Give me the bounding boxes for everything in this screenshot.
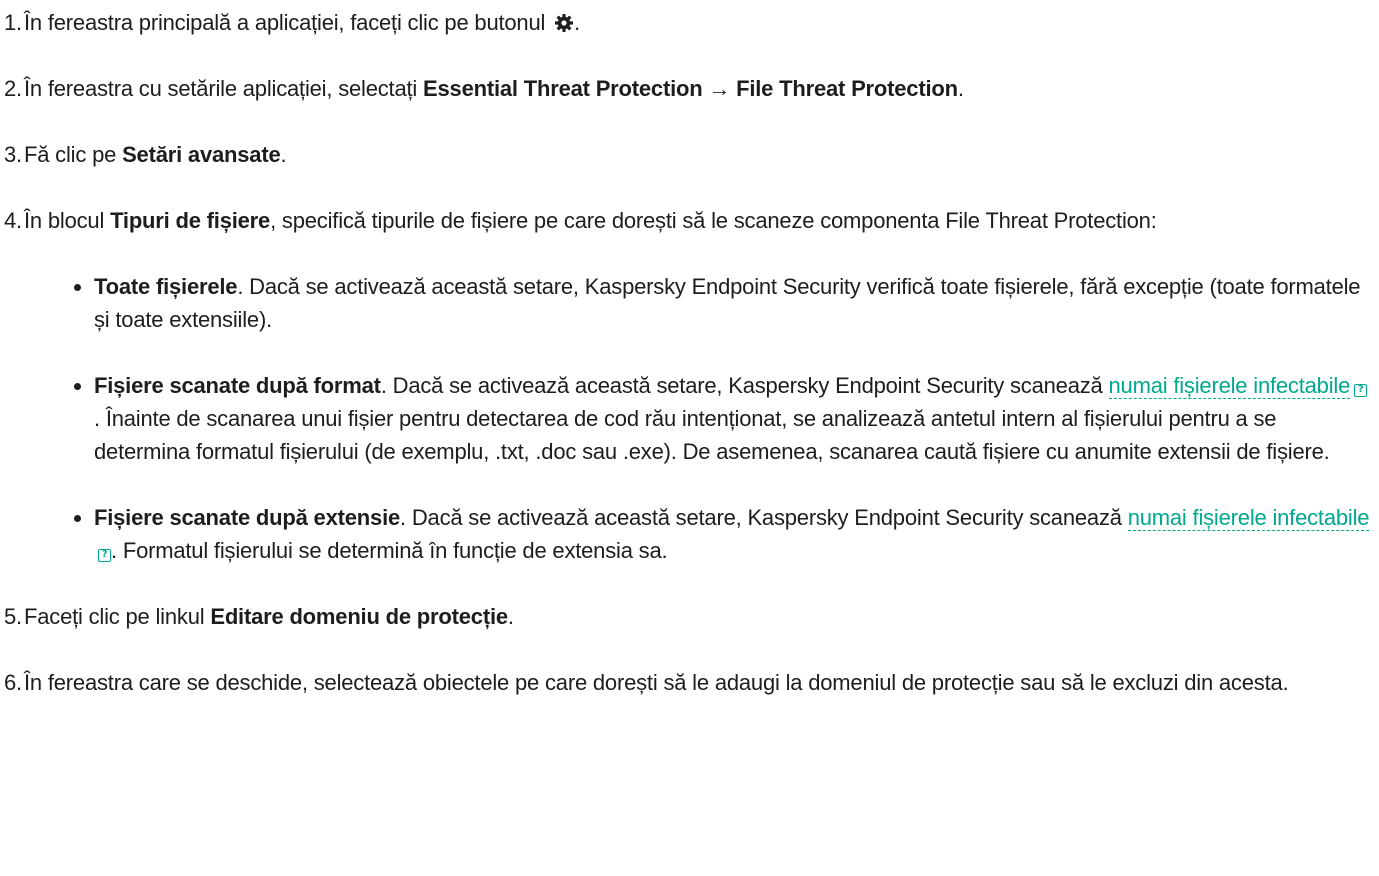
- option-description: . Dacă se activează această setare, Kasp…: [94, 274, 1361, 332]
- step-4: 4. În blocul Tipuri de fișiere, specific…: [4, 204, 1371, 567]
- question-icon[interactable]: ?: [1354, 384, 1368, 397]
- essential-threat-protection-label: Essential Threat Protection: [423, 76, 703, 101]
- step-number: 1.: [4, 10, 22, 35]
- step-3: 3. Fă clic pe Setări avansate.: [4, 138, 1371, 171]
- step-6: 6. În fereastra care se deschide, select…: [4, 666, 1371, 699]
- edit-protection-scope-label: Editare domeniu de protecție: [210, 604, 508, 629]
- option-files-by-format: Fișiere scanate după format. Dacă se act…: [74, 369, 1371, 468]
- step-2: 2. În fereastra cu setările aplicației, …: [4, 72, 1371, 105]
- step-number: 3.: [4, 142, 22, 167]
- bullet: [74, 515, 81, 522]
- instructions-page: 1. În fereastra principală a aplicației,…: [0, 0, 1379, 876]
- option-all-files: Toate fișierele. Dacă se activează aceas…: [74, 270, 1371, 336]
- step-number: 5.: [4, 604, 22, 629]
- step-text: În fereastra care se deschide, selecteaz…: [24, 670, 1289, 695]
- step-number: 6.: [4, 670, 22, 695]
- question-icon[interactable]: ?: [98, 549, 111, 562]
- step-5: 5. Faceți clic pe linkul Editare domeniu…: [4, 600, 1371, 633]
- option-files-by-extension: Fișiere scanate după extensie. Dacă se a…: [74, 501, 1371, 567]
- file-types-label: Tipuri de fișiere: [110, 208, 271, 233]
- step-1: 1. În fereastra principală a aplicației,…: [4, 6, 1371, 39]
- infectable-files-link[interactable]: numai fișierele infectabile: [1127, 505, 1370, 531]
- arrow: →: [702, 76, 737, 101]
- gear-icon: [554, 9, 574, 32]
- advanced-settings-label: Setări avansate: [122, 142, 281, 167]
- option-title: Fișiere scanate după extensie: [94, 505, 401, 530]
- option-title: Fișiere scanate după format: [94, 373, 381, 398]
- file-type-options: Toate fișierele. Dacă se activează aceas…: [24, 270, 1371, 567]
- steps-list: 1. În fereastra principală a aplicației,…: [4, 6, 1371, 699]
- option-title: Toate fișierele: [94, 274, 238, 299]
- file-threat-protection-label: File Threat Protection: [736, 76, 958, 101]
- step-text: În fereastra principală a aplicației, fa…: [24, 10, 546, 35]
- bullet: [74, 383, 81, 390]
- step-number: 4.: [4, 208, 22, 233]
- step-number: 2.: [4, 76, 22, 101]
- bullet: [74, 284, 81, 291]
- infectable-files-link[interactable]: numai fișierele infectabile: [1108, 373, 1350, 399]
